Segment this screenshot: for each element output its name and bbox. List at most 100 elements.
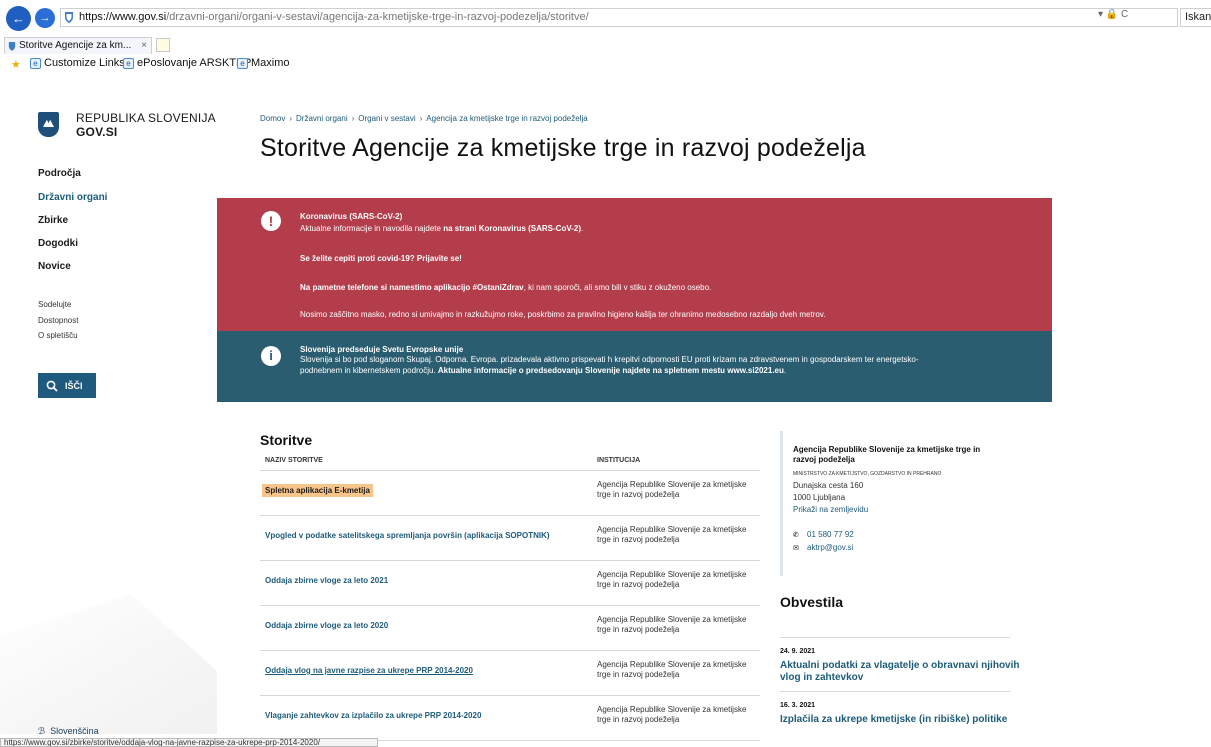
logo-line1: REPUBLIKA SLOVENIJA — [76, 111, 216, 125]
eu-title: Slovenija predseduje Svetu Evropske unij… — [300, 345, 464, 354]
covid-title: Koronavirus (SARS-CoV-2) — [300, 212, 402, 222]
news-date: 24. 9. 2021 — [780, 648, 816, 655]
column-header-institution: INSTITUCIJA — [597, 457, 641, 464]
favorite-eposlovanje[interactable]: e ePoslovanje ARSKTRP — [123, 57, 251, 69]
service-link[interactable]: Vlaganje zahtevkov za izplačilo za ukrep… — [265, 711, 481, 720]
url-path: /drzavni-organi/organi-v-sestavi/agencij… — [166, 11, 589, 23]
favorite-label: ePoslovanje ARSKTRP — [137, 57, 252, 69]
tab-shield-icon — [8, 42, 16, 51]
new-tab-button[interactable] — [156, 38, 170, 52]
breadcrumb-agencija[interactable]: Agencija za kmetijske trge in razvoj pod… — [426, 114, 587, 123]
table-row: Spletna aplikacija E-kmetija Agencija Re… — [260, 471, 760, 516]
info-icon: i — [261, 346, 281, 366]
news-item-link[interactable]: Izplačila za ukrepe kmetijske (in ribišk… — [780, 714, 1020, 726]
breadcrumb-domov[interactable]: Domov — [260, 114, 285, 123]
news-item-link[interactable]: Aktualni podatki za vlagatelje o obravna… — [780, 660, 1020, 684]
sidebar: REPUBLIKA SLOVENIJA GOV.SI Področja Drža… — [0, 74, 217, 747]
news-date: 16. 3. 2021 — [780, 702, 816, 709]
service-link[interactable]: Oddaja zbirne vloge za leto 2021 — [265, 576, 388, 585]
email-address[interactable]: aktrp@gov.si — [807, 543, 853, 552]
browser-search-input[interactable]: Iskanje — [1180, 8, 1211, 27]
masks-line: Nosimo zaščitno masko, redno si umivajmo… — [300, 310, 826, 319]
url-tools[interactable]: ▾ 🔒 C — [1098, 9, 1128, 20]
sidebar-link-o-spletiscu[interactable]: O spletišču — [38, 331, 78, 340]
covid-title-text: Koronavirus (SARS-CoV-2) — [300, 212, 403, 221]
favorites-star-icon[interactable]: ★ — [11, 58, 21, 71]
service-institution: Agencija Republike Slovenije za kmetijsk… — [597, 660, 747, 679]
service-institution: Agencija Republike Slovenije za kmetijsk… — [597, 615, 747, 634]
browser-tab[interactable]: Storitve Agencije za km... × — [4, 37, 152, 54]
app-rest: , ki nam sporoči, ali smo bili v stiku z… — [523, 283, 712, 292]
address-bar[interactable]: https://www.gov.si/drzavni-organi/organi… — [60, 8, 1178, 27]
vaccine-line[interactable]: Se želite cepiti proti covid-19? Prijavi… — [300, 254, 462, 264]
eu-line2-link[interactable]: Aktualne informacije o predsedovanju Slo… — [438, 366, 784, 375]
contact-ministry: MINISTRSTVO ZA KMETIJSTVO, GOZDARSTVO IN… — [793, 471, 942, 477]
browser-chrome: ← → https://www.gov.si/drzavni-organi/or… — [0, 0, 1211, 74]
app-link[interactable]: Na pametne telefone si namestimo aplikac… — [300, 283, 524, 292]
breadcrumb-drzavni-organi[interactable]: Državni organi — [296, 114, 348, 123]
breadcrumb-organi-v-sestavi[interactable]: Organi v sestavi — [358, 114, 415, 123]
sidebar-item-dogodki[interactable]: Dogodki — [38, 238, 78, 249]
covid-info-line: Aktualne informacije in navodila najdete… — [300, 224, 583, 234]
url-host: https://www.gov.si — [79, 11, 167, 23]
divider — [780, 637, 1010, 638]
site-logo[interactable]: REPUBLIKA SLOVENIJA GOV.SI — [76, 111, 216, 139]
service-institution: Agencija Republike Slovenije za kmetijsk… — [597, 480, 747, 499]
web-page: REPUBLIKA SLOVENIJA GOV.SI Področja Drža… — [0, 74, 1211, 747]
chevron-right-icon: › — [419, 114, 423, 123]
service-link[interactable]: Oddaja zbirne vloge za leto 2020 — [265, 621, 388, 630]
breadcrumb: Domov › Državni organi › Organi v sestavi › Ag… — [260, 114, 588, 123]
chevron-right-icon: › — [289, 114, 293, 123]
favorite-label: Customize Links — [44, 57, 125, 69]
service-link[interactable]: Spletna aplikacija E-kmetija — [262, 484, 373, 497]
column-header-name: NAZIV STORITVE — [265, 457, 323, 464]
news-heading: Obvestila — [780, 594, 844, 610]
sidebar-item-zbirke[interactable]: Zbirke — [38, 215, 68, 226]
table-row: Oddaja zbirne vloge za leto 2020 Agencij… — [260, 606, 760, 651]
app-line: Na pametne telefone si namestimo aplikac… — [300, 283, 711, 293]
contact-box: Agencija Republike Slovenije za kmetijsk… — [780, 431, 1010, 576]
search-button[interactable]: IŠČI — [38, 373, 96, 398]
favorite-customize-links[interactable]: e Customize Links — [30, 57, 125, 69]
map-link[interactable]: Prikaži na zemljevidu — [793, 505, 868, 514]
phone-icon: ✆ — [793, 532, 799, 539]
sidebar-item-drzavni-organi[interactable]: Državni organi — [38, 192, 107, 203]
service-link[interactable]: Vpogled v podatke satelitskega spremljan… — [265, 531, 550, 540]
covid-info-link[interactable]: na strani Koronavirus (SARS-CoV-2) — [443, 224, 581, 233]
vaccine-text[interactable]: Se želite cepiti proti covid-19? Prijavi… — [300, 254, 462, 263]
forward-button[interactable]: → — [35, 8, 55, 28]
favorite-label: Maximo — [251, 57, 290, 69]
covid-alert-banner: ! Koronavirus (SARS-CoV-2) Aktualne info… — [217, 198, 1052, 331]
favorite-maximo[interactable]: e Maximo — [237, 57, 290, 69]
sidebar-link-dostopnost[interactable]: Dostopnost — [38, 316, 78, 325]
coat-of-arms-icon[interactable] — [38, 112, 59, 137]
eu-presidency-banner: i Slovenija predseduje Svetu Evropske un… — [217, 331, 1052, 402]
phone-number[interactable]: 01 580 77 92 — [807, 530, 854, 539]
language-switch[interactable]: ℬ Slovenščina — [38, 726, 99, 737]
sidebar-item-novice[interactable]: Novice — [38, 261, 71, 272]
page-title: Storitve Agencije za kmetijske trge in r… — [260, 134, 866, 162]
decorative-shape — [0, 594, 217, 734]
exclamation-icon: ! — [261, 211, 281, 231]
eu-line1: Slovenija si bo pod sloganom Skupaj. Odp… — [300, 355, 919, 364]
sidebar-item-podrocja[interactable]: Področja — [38, 168, 81, 179]
address-row: ← → https://www.gov.si/drzavni-organi/or… — [0, 0, 1211, 34]
sidebar-link-sodelujte[interactable]: Sodelujte — [38, 300, 71, 309]
table-row: Vlaganje zahtevkov za izplačilo za ukrep… — [260, 696, 760, 741]
tab-close-icon[interactable]: × — [141, 38, 147, 54]
logo-line2: GOV.SI — [76, 125, 118, 139]
service-institution: Agencija Republike Slovenije za kmetijsk… — [597, 705, 747, 724]
service-link[interactable]: Oddaja vlog na javne razpise za ukrepe P… — [265, 666, 473, 675]
services-table-header: NAZIV STORITVE INSTITUCIJA — [260, 455, 760, 471]
divider — [780, 691, 1010, 692]
service-institution: Agencija Republike Slovenije za kmetijsk… — [597, 570, 747, 589]
covid-info-pre: Aktualne informacije in navodila najdete — [300, 224, 444, 233]
chevron-right-icon: › — [351, 114, 355, 123]
table-row: Oddaja zbirne vloge za leto 2021 Agencij… — [260, 561, 760, 606]
back-button[interactable]: ← — [6, 6, 31, 31]
contact-phone[interactable]: ✆ 01 580 77 92 — [793, 530, 854, 539]
language-label: Slovenščina — [50, 726, 99, 736]
tab-title: Storitve Agencije za km... — [19, 40, 132, 51]
contact-email[interactable]: ✉ aktrp@gov.si — [793, 543, 853, 552]
status-bar-url: https://www.gov.si/zbirke/storitve/oddaj… — [0, 738, 378, 747]
